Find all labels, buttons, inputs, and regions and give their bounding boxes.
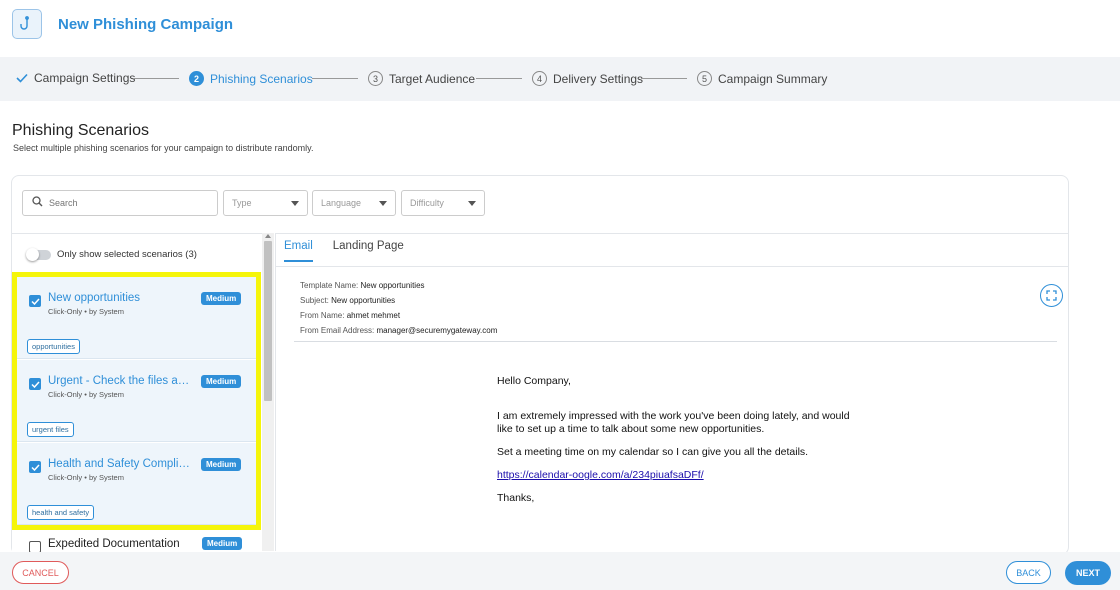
cancel-button[interactable]: CANCEL [12, 561, 69, 584]
caret-down-icon [468, 198, 476, 208]
from-name-value: ahmet mehmet [346, 311, 401, 320]
step-label: Campaign Settings [34, 71, 136, 85]
step-target-audience[interactable]: 3 Target Audience [368, 71, 475, 86]
email-paragraph: I am extremely impressed with the work y… [497, 410, 850, 435]
hook-icon [12, 9, 42, 39]
step-connector [641, 78, 687, 79]
campaign-stepper: Campaign Settings 2 Phishing Scenarios 3… [0, 57, 1120, 101]
back-button[interactable]: BACK [1006, 561, 1051, 584]
app-header: New Phishing Campaign [0, 0, 1120, 52]
selected-only-toggle-row[interactable]: Only show selected scenarios (3) [26, 247, 197, 261]
subject-label: Subject: [300, 296, 329, 305]
tab-landing-page[interactable]: Landing Page [333, 240, 404, 262]
from-email-value: manager@securemygateway.com [376, 326, 498, 335]
step-number: 3 [368, 71, 383, 86]
step-connector [133, 78, 179, 79]
email-paragraph: Set a meeting time on my calendar so I c… [497, 446, 809, 458]
from-email-label: From Email Address: [300, 326, 375, 335]
template-name-row: Template Name: New opportunities [300, 278, 497, 293]
step-phishing-scenarios[interactable]: 2 Phishing Scenarios [189, 71, 313, 86]
from-name-label: From Name: [300, 311, 345, 320]
caret-down-icon [379, 198, 387, 208]
language-dropdown-placeholder: Language [321, 198, 362, 208]
type-dropdown-placeholder: Type [232, 198, 252, 208]
scroll-thumb[interactable] [264, 241, 272, 401]
toggle-label: Only show selected scenarios (3) [57, 249, 197, 260]
step-campaign-summary[interactable]: 5 Campaign Summary [697, 71, 827, 86]
step-label: Phishing Scenarios [210, 71, 313, 86]
section-title: Phishing Scenarios [12, 122, 149, 139]
difficulty-dropdown-placeholder: Difficulty [410, 198, 444, 208]
template-name-label: Template Name: [300, 281, 359, 290]
type-dropdown[interactable]: Type [223, 190, 308, 216]
email-greeting: Hello Company, [497, 375, 571, 387]
caret-down-icon [291, 198, 299, 208]
scenario-title[interactable]: Expedited Documentation [48, 538, 180, 550]
step-number: 5 [697, 71, 712, 86]
list-scrollbar[interactable] [262, 233, 274, 551]
step-label: Delivery Settings [553, 71, 644, 86]
step-campaign-settings[interactable]: Campaign Settings [16, 71, 135, 85]
email-link[interactable]: https://calendar-oogle.com/a/234piuafsaD… [497, 469, 704, 481]
step-number: 2 [189, 71, 204, 86]
from-name-row: From Name: ahmet mehmet [300, 308, 497, 323]
step-connector [476, 78, 522, 79]
page-title: New Phishing Campaign [58, 16, 234, 33]
step-number: 4 [532, 71, 547, 86]
footer-bar [0, 552, 1120, 590]
step-label: Campaign Summary [718, 71, 828, 86]
step-label: Target Audience [389, 71, 476, 86]
preview-tabs: Email Landing Page [284, 240, 424, 262]
search-box[interactable] [22, 190, 218, 216]
section-subtitle: Select multiple phishing scenarios for y… [13, 143, 314, 153]
difficulty-dropdown[interactable]: Difficulty [401, 190, 485, 216]
difficulty-badge: Medium [202, 537, 243, 550]
selection-highlight [12, 272, 261, 530]
tab-email[interactable]: Email [284, 240, 313, 262]
subject-row: Subject: New opportunities [300, 293, 497, 308]
tabs-divider [275, 266, 1069, 267]
language-dropdown[interactable]: Language [312, 190, 396, 216]
check-icon [16, 73, 28, 83]
step-delivery-settings[interactable]: 4 Delivery Settings [532, 71, 643, 86]
search-icon [32, 194, 43, 212]
scroll-up-arrow-icon[interactable] [265, 234, 271, 238]
subject-value: New opportunities [331, 296, 396, 305]
from-email-row: From Email Address: manager@securemygate… [300, 323, 497, 338]
email-body: Hello Company, I am extremely impressed … [497, 375, 857, 515]
search-input[interactable] [49, 198, 199, 208]
selected-only-toggle[interactable] [26, 247, 51, 261]
email-meta: Template Name: New opportunities Subject… [300, 278, 497, 338]
email-closing: Thanks, [497, 492, 535, 504]
next-button[interactable]: NEXT [1065, 561, 1111, 585]
template-name-value: New opportunities [360, 281, 425, 290]
fullscreen-icon[interactable] [1040, 284, 1063, 307]
scenario-item[interactable]: Expedited Documentation Medium [12, 532, 262, 553]
meta-divider [294, 341, 1057, 342]
step-connector [312, 78, 358, 79]
